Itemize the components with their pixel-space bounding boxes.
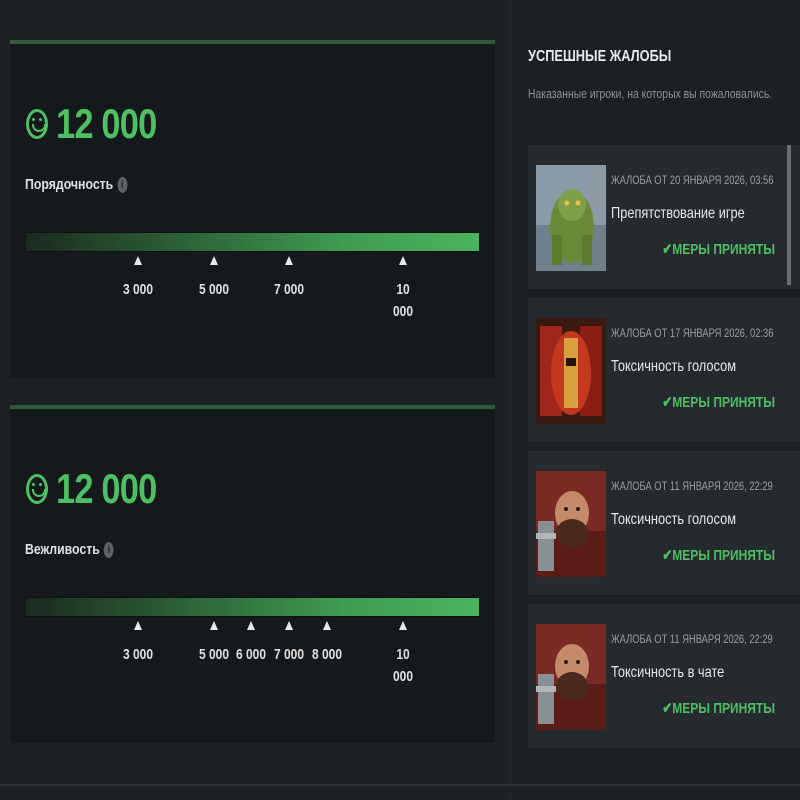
score-bar xyxy=(25,597,480,617)
hero-portrait-green xyxy=(536,165,606,271)
conduct-score-panel: 12 000 Порядочность i 3 000 5 000 7 000 xyxy=(10,40,495,378)
reports-scrollbar[interactable] xyxy=(787,145,791,285)
divider xyxy=(0,784,800,786)
reports-column: УСПЕШНЫЕ ЖАЛОБЫ Наказанные игроки, на ко… xyxy=(510,0,800,800)
report-status: ✔МЕРЫ ПРИНЯТЫ xyxy=(662,394,775,411)
tick-marker-icon xyxy=(285,256,293,265)
report-status: ✔МЕРЫ ПРИНЯТЫ xyxy=(662,241,775,258)
tick-label: 7 000 xyxy=(273,281,305,298)
tick: 10 000 xyxy=(383,252,423,323)
hero-portrait-bearded xyxy=(536,624,606,730)
score-row: 12 000 xyxy=(26,465,178,513)
tick-marker-icon xyxy=(134,621,142,630)
tick: 6 000 xyxy=(231,617,271,666)
tick: 3 000 xyxy=(118,617,158,666)
tick-label: 3 000 xyxy=(122,646,154,663)
report-date: ЖАЛОБА ОТ 17 ЯНВАРЯ 2026, 02:36 xyxy=(611,326,774,340)
score-bar xyxy=(25,232,480,252)
info-icon[interactable]: i xyxy=(117,176,128,193)
tick-marker-icon xyxy=(134,256,142,265)
tick-marker-icon xyxy=(210,256,218,265)
tick-label: 6 000 xyxy=(235,646,267,663)
metric-label-text: Вежливость xyxy=(25,541,100,558)
reports-title: УСПЕШНЫЕ ЖАЛОБЫ xyxy=(528,48,672,65)
tick-marker-icon xyxy=(247,621,255,630)
tick-marker-icon xyxy=(210,621,218,630)
tick: 10 000 xyxy=(383,617,423,688)
tick: 5 000 xyxy=(194,252,234,301)
metric-label-text: Порядочность xyxy=(25,176,114,193)
tick: 7 000 xyxy=(269,252,309,301)
tick-label: 10 000 xyxy=(392,646,414,685)
tick-marker-icon xyxy=(285,621,293,630)
tick: 7 000 xyxy=(269,617,309,666)
scores-column: 12 000 Порядочность i 3 000 5 000 7 000 xyxy=(0,0,510,800)
report-date: ЖАЛОБА ОТ 11 ЯНВАРЯ 2026, 22:29 xyxy=(611,479,773,493)
score-row: 12 000 xyxy=(26,100,178,148)
score-value: 12 000 xyxy=(56,100,157,147)
tick-label: 5 000 xyxy=(198,281,230,298)
report-card[interactable]: ЖАЛОБА ОТ 20 ЯНВАРЯ 2026, 03:56 Препятст… xyxy=(528,145,800,289)
report-status: ✔МЕРЫ ПРИНЯТЫ xyxy=(662,700,775,717)
report-reason: Препятствование игре xyxy=(611,205,745,222)
tick-label: 7 000 xyxy=(273,646,305,663)
report-status: ✔МЕРЫ ПРИНЯТЫ xyxy=(662,547,775,564)
metric-label: Вежливость i xyxy=(25,541,114,558)
tick-label: 3 000 xyxy=(122,281,154,298)
report-card[interactable]: ЖАЛОБА ОТ 17 ЯНВАРЯ 2026, 02:36 Токсично… xyxy=(528,298,800,442)
behavior-score-page: 12 000 Порядочность i 3 000 5 000 7 000 xyxy=(0,0,800,800)
metric-label: Порядочность i xyxy=(25,176,128,193)
tick-marker-icon xyxy=(399,621,407,630)
info-icon[interactable]: i xyxy=(103,541,114,558)
score-ticks: 3 000 5 000 6 000 7 000 8 000 10 000 xyxy=(25,617,480,707)
hero-portrait-red-armor xyxy=(536,318,606,424)
tick-marker-icon xyxy=(399,256,407,265)
report-reason: Токсичность голосом xyxy=(611,358,736,375)
score-value: 12 000 xyxy=(56,465,157,512)
report-card[interactable]: ЖАЛОБА ОТ 11 ЯНВАРЯ 2026, 22:29 Токсично… xyxy=(528,451,800,595)
smiley-icon xyxy=(26,109,48,139)
tick: 8 000 xyxy=(307,617,347,666)
report-date: ЖАЛОБА ОТ 11 ЯНВАРЯ 2026, 22:29 xyxy=(611,632,773,646)
tick: 3 000 xyxy=(118,252,158,301)
hero-portrait-bearded xyxy=(536,471,606,577)
reports-subtitle: Наказанные игроки, на которых вы пожалов… xyxy=(528,86,773,101)
tick-label: 8 000 xyxy=(311,646,343,663)
tick-marker-icon xyxy=(323,621,331,630)
report-date: ЖАЛОБА ОТ 20 ЯНВАРЯ 2026, 03:56 xyxy=(611,173,774,187)
report-reason: Токсичность голосом xyxy=(611,511,736,528)
smiley-icon xyxy=(26,474,48,504)
report-card[interactable]: ЖАЛОБА ОТ 11 ЯНВАРЯ 2026, 22:29 Токсично… xyxy=(528,604,800,748)
tick-label: 5 000 xyxy=(198,646,230,663)
tick: 5 000 xyxy=(194,617,234,666)
courtesy-score-panel: 12 000 Вежливость i 3 000 5 000 6 000 7 … xyxy=(10,405,495,743)
score-ticks: 3 000 5 000 7 000 10 000 xyxy=(25,252,480,342)
report-reason: Токсичность в чате xyxy=(611,664,725,681)
tick-label: 10 000 xyxy=(392,281,414,320)
